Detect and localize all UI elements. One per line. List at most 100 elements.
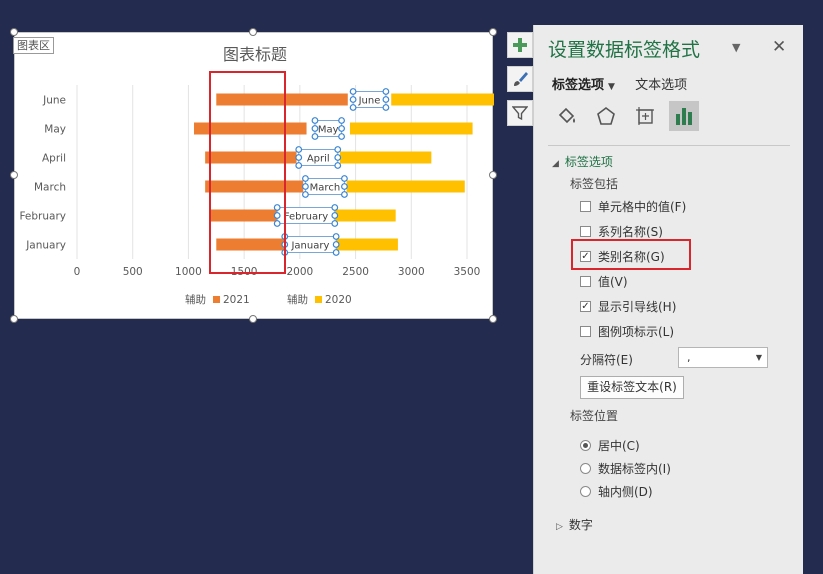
checkbox-box[interactable]: [580, 276, 591, 287]
chart-title: 图表标题: [223, 45, 287, 64]
resize-handle[interactable]: [249, 315, 257, 323]
checkbox-cell-value[interactable]: 单元格中的值(F): [580, 198, 686, 215]
resize-handle[interactable]: [489, 171, 497, 179]
resize-handle[interactable]: [489, 315, 497, 323]
data-label: March: [310, 183, 340, 194]
size-properties-button[interactable]: [630, 101, 660, 131]
label-selection-handle: [311, 117, 319, 124]
label-selection-handle: [341, 175, 348, 182]
resize-handle[interactable]: [10, 28, 18, 36]
label-selection-handle: [295, 162, 303, 169]
pane-title: 设置数据标签格式: [548, 39, 701, 61]
label-selection-handle: [341, 183, 348, 190]
collapse-icon: ◢: [552, 159, 559, 169]
brush-icon: [514, 72, 528, 86]
checkbox-box[interactable]: ✓: [580, 301, 591, 312]
effects-button[interactable]: [591, 101, 621, 131]
checkbox-label: 系列名称(S): [598, 225, 663, 239]
x-tick-label: 3500: [454, 266, 481, 278]
label-selection-handle: [302, 175, 309, 182]
pentagon-icon: [597, 107, 615, 125]
legend-label: 辅助: [287, 293, 308, 306]
x-tick-label: 3000: [398, 266, 425, 278]
chart-styles-button[interactable]: [507, 66, 533, 92]
tab-label-options[interactable]: 标签选项 ▼: [552, 74, 615, 93]
label-selection-handle: [338, 125, 345, 132]
x-tick-label: 0: [74, 266, 81, 278]
category-label: May: [44, 124, 66, 136]
radio-button[interactable]: [580, 463, 591, 474]
radio-label: 轴内侧(D): [598, 485, 653, 499]
chevron-down-icon: ▼: [608, 82, 615, 92]
pane-tabs: 标签选项 ▼ 文本选项: [552, 74, 703, 93]
checkbox-legend-key[interactable]: 图例项标示(L): [580, 323, 674, 340]
bar-2020: [339, 151, 432, 164]
checkbox-box[interactable]: [580, 201, 591, 212]
checkbox-value[interactable]: 值(V): [580, 273, 628, 290]
checkbox-series-name[interactable]: 系列名称(S): [580, 223, 663, 240]
checkbox-leader-lines[interactable]: ✓ 显示引导线(H): [580, 298, 676, 315]
resize-handle[interactable]: [10, 171, 18, 179]
section-number[interactable]: ▷ 数字: [556, 516, 593, 533]
checkbox-label: 图例项标示(L): [598, 325, 675, 339]
highlight-box-category: [571, 239, 691, 270]
resize-handle[interactable]: [489, 28, 497, 36]
label-selection-handle: [295, 146, 303, 153]
separator-value: ,: [687, 351, 691, 364]
section-label-options[interactable]: ◢ 标签选项: [552, 153, 613, 170]
label-options-button[interactable]: [669, 101, 699, 131]
chart-elements-button[interactable]: [507, 32, 533, 58]
x-tick-label: 1000: [175, 266, 202, 278]
resize-handle[interactable]: [249, 28, 257, 36]
x-tick-label: 2500: [342, 266, 369, 278]
section-number-title: 数字: [568, 518, 593, 532]
close-icon[interactable]: ✕: [772, 37, 786, 57]
label-selection-handle: [331, 212, 339, 219]
checkbox-box[interactable]: [580, 226, 591, 237]
radio-button[interactable]: [580, 440, 591, 451]
label-selection-handle: [338, 133, 345, 140]
reset-label-text-button[interactable]: 重设标签文本(R): [580, 376, 684, 399]
label-selection-handle: [382, 104, 390, 111]
legend-label: 辅助: [185, 293, 206, 306]
format-pane: 设置数据标签格式 ▼ ✕ 标签选项 ▼ 文本选项 ◢ 标签选项 标签包括 单元格…: [533, 25, 803, 574]
fill-line-button[interactable]: [552, 101, 582, 131]
category-label: March: [34, 182, 66, 194]
size-properties-icon: [636, 107, 654, 125]
tab-text-options[interactable]: 文本选项: [635, 74, 687, 93]
label-selection-handle: [338, 117, 345, 124]
paint-bucket-icon: [558, 107, 575, 124]
checkbox-label: 显示引导线(H): [598, 300, 677, 314]
x-tick-label: 500: [123, 266, 143, 278]
checkbox-box[interactable]: [580, 326, 591, 337]
label-selection-handle: [349, 96, 357, 103]
bar-2020: [346, 180, 465, 193]
separator-select[interactable]: , ▼: [678, 347, 768, 368]
category-label: April: [42, 153, 66, 165]
label-selection-handle: [382, 88, 390, 95]
resize-handle[interactable]: [10, 315, 18, 323]
label-selection-handle: [349, 88, 357, 95]
radio-label: 数据标签内(I): [598, 462, 671, 476]
radio-selected-dot: [583, 443, 588, 448]
label-contains-heading: 标签包括: [570, 177, 619, 191]
filter-icon: [512, 106, 528, 121]
radio-button[interactable]: [580, 486, 591, 497]
bar-2020: [332, 238, 398, 251]
label-selection-handle: [302, 183, 309, 190]
chart-filters-button[interactable]: [507, 100, 533, 126]
label-selection-handle: [311, 125, 319, 132]
radio-center[interactable]: 居中(C): [580, 437, 640, 454]
data-label: February: [284, 212, 328, 223]
chart-area-tag: 图表区: [13, 37, 54, 54]
label-selection-handle: [334, 146, 342, 153]
pane-options-dropdown[interactable]: ▼: [732, 41, 740, 54]
label-selection-handle: [332, 233, 340, 240]
radio-label: 居中(C): [598, 439, 640, 453]
chevron-down-icon: ▼: [755, 353, 762, 362]
radio-inside-end[interactable]: 数据标签内(I): [580, 460, 671, 477]
label-selection-handle: [332, 241, 340, 248]
chart-side-tools: [507, 32, 533, 134]
data-label: January: [290, 241, 329, 252]
radio-inside-base[interactable]: 轴内侧(D): [580, 483, 653, 500]
